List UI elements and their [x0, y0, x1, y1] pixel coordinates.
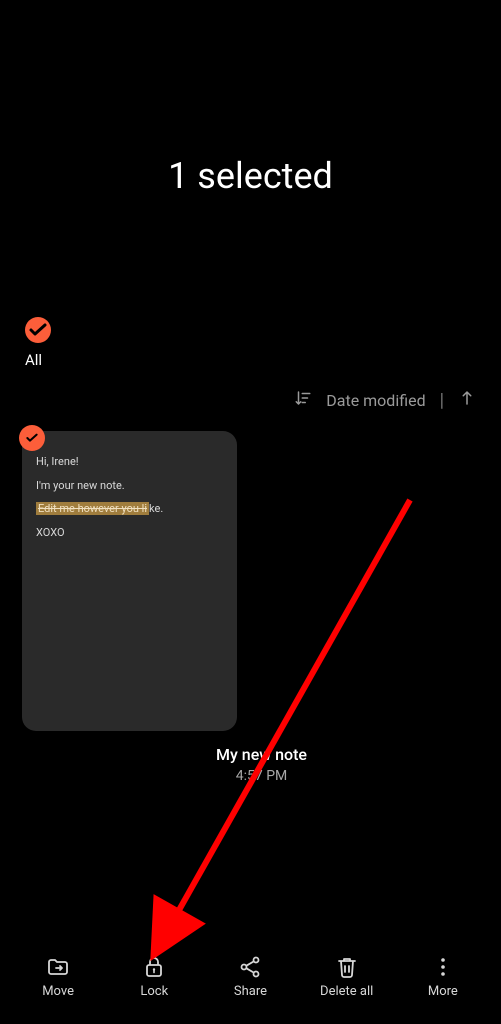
delete-all-button[interactable]: Delete all	[312, 955, 382, 999]
sort-row: Date modified |	[0, 389, 501, 411]
checkmark-icon	[24, 430, 40, 446]
sort-divider: |	[440, 390, 444, 411]
page-title: 1 selected	[0, 155, 501, 197]
more-label: More	[428, 984, 458, 999]
share-label: Share	[234, 984, 267, 999]
more-icon	[431, 955, 455, 979]
sort-direction-icon[interactable]	[458, 389, 476, 411]
note-line: Hi, Irene!	[36, 453, 223, 471]
lock-label: Lock	[140, 984, 168, 999]
share-icon	[238, 955, 262, 979]
header: 1 selected	[0, 0, 501, 317]
note-line: XOXO	[36, 524, 223, 542]
move-label: Move	[42, 984, 74, 999]
move-button[interactable]: Move	[23, 955, 93, 999]
move-icon	[46, 955, 70, 979]
note-line: I'm your new note.	[36, 477, 223, 495]
sort-icon[interactable]	[294, 389, 312, 411]
note-highlight: Edit me however you li	[36, 502, 149, 515]
note-checkbox[interactable]	[19, 425, 45, 451]
note-time: 4:57 PM	[22, 768, 501, 784]
note-line: Edit me however you like.	[36, 500, 223, 518]
more-button[interactable]: More	[408, 955, 478, 999]
share-button[interactable]: Share	[215, 955, 285, 999]
note-preview: Hi, Irene! I'm your new note. Edit me ho…	[36, 453, 223, 541]
note-title: My new note	[22, 745, 501, 764]
lock-icon	[142, 955, 166, 979]
note-grid: Hi, Irene! I'm your new note. Edit me ho…	[0, 431, 501, 784]
select-all-label: All	[25, 351, 501, 369]
lock-button[interactable]: Lock	[119, 955, 189, 999]
sort-label[interactable]: Date modified	[326, 391, 425, 410]
delete-all-label: Delete all	[320, 984, 373, 999]
checkmark-icon	[26, 318, 50, 342]
note-card[interactable]: Hi, Irene! I'm your new note. Edit me ho…	[22, 431, 237, 731]
bottom-toolbar: Move Lock Share Delete all Mo	[0, 939, 501, 1024]
select-all-checkbox[interactable]	[25, 317, 51, 343]
select-all-section[interactable]: All	[0, 317, 501, 369]
trash-icon	[335, 955, 359, 979]
